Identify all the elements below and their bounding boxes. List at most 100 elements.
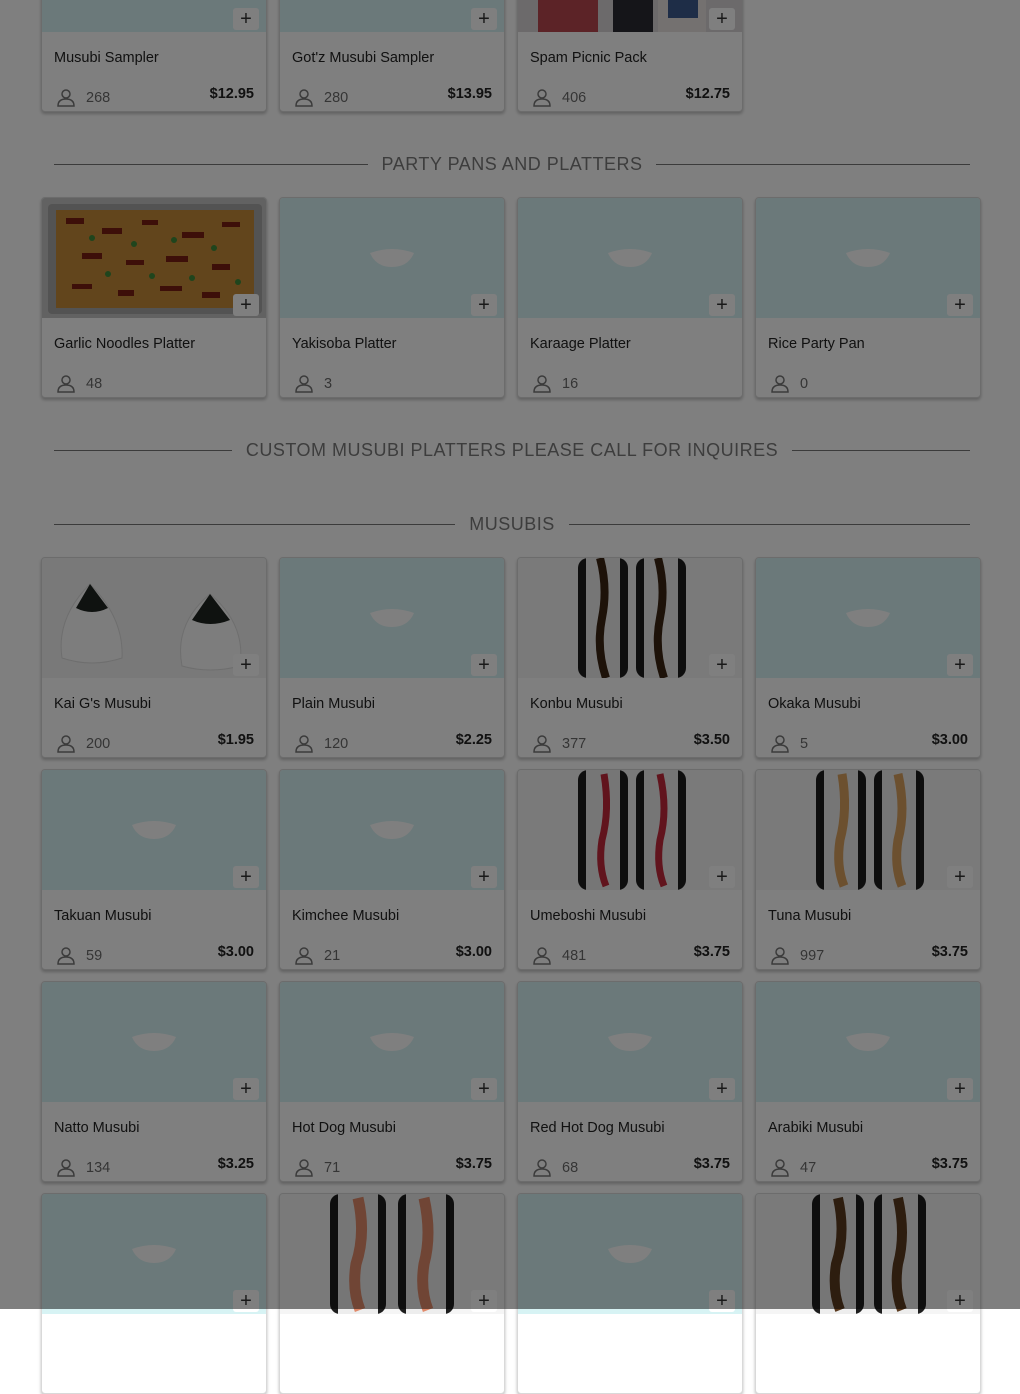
- plus-icon: +: [478, 654, 490, 676]
- person-icon: [57, 375, 75, 393]
- section-header-party: PARTY PANS AND PLATTERS: [54, 152, 971, 176]
- plus-icon: +: [954, 1078, 966, 1100]
- plus-icon: +: [240, 1078, 252, 1100]
- bowl-icon: [370, 249, 414, 267]
- plus-icon: +: [478, 1078, 490, 1100]
- menu-page: + Musubi Sampler 268 $12.95 + Got'z Musu…: [0, 0, 1020, 1394]
- divider: [54, 523, 456, 525]
- add-to-cart-button[interactable]: +: [233, 8, 259, 30]
- plus-icon: +: [716, 8, 728, 30]
- item-name: Konbu Musubi: [530, 696, 623, 712]
- item-price: $12.95: [209, 86, 254, 102]
- item-name: Takuan Musubi: [54, 908, 152, 924]
- add-to-cart-button[interactable]: +: [709, 866, 735, 888]
- item-name: Tuna Musubi: [768, 908, 852, 924]
- order-count: 280: [294, 89, 348, 107]
- item-price: $3.00: [931, 732, 968, 748]
- add-to-cart-button[interactable]: +: [233, 866, 259, 888]
- order-count: 68: [532, 1159, 578, 1177]
- menu-item-card[interactable]: + Spam Picnic Pack 406 $12.75: [517, 0, 743, 112]
- order-count: 16: [532, 375, 578, 393]
- bowl-icon: [608, 1245, 652, 1263]
- add-to-cart-button[interactable]: +: [947, 654, 973, 676]
- menu-item-card[interactable]: + Yakisoba Platter 3: [279, 197, 505, 398]
- bowl-icon: [132, 821, 176, 839]
- add-to-cart-button[interactable]: +: [233, 1078, 259, 1100]
- plus-icon: +: [716, 866, 728, 888]
- item-price: $3.75: [693, 1156, 730, 1172]
- item-name: Plain Musubi: [292, 696, 376, 712]
- add-to-cart-button[interactable]: +: [471, 294, 497, 316]
- person-icon: [57, 1159, 75, 1177]
- add-to-cart-button[interactable]: +: [233, 654, 259, 676]
- menu-item-card[interactable]: + Okaka Musubi 5 $3.00: [755, 557, 981, 758]
- person-icon: [533, 89, 551, 107]
- menu-item-card[interactable]: +: [517, 1193, 743, 1394]
- plus-icon: +: [716, 294, 728, 316]
- person-icon: [533, 1159, 551, 1177]
- add-to-cart-button[interactable]: +: [471, 866, 497, 888]
- item-price: $13.95: [447, 86, 492, 102]
- menu-item-card[interactable]: +: [755, 1193, 981, 1394]
- section-header-custom: CUSTOM MUSUBI PLATTERS PLEASE CALL FOR I…: [54, 438, 970, 462]
- person-icon: [771, 735, 789, 753]
- menu-item-card[interactable]: + Got'z Musubi Sampler 280 $13.95: [279, 0, 505, 112]
- section-header-musubis: MUSUBIS: [54, 512, 971, 536]
- person-icon: [295, 375, 313, 393]
- order-count: 3: [294, 375, 332, 393]
- item-price: $3.75: [931, 1156, 968, 1172]
- item-name: Red Hot Dog Musubi: [530, 1120, 665, 1136]
- divider: [54, 163, 368, 165]
- menu-item-card[interactable]: + Red Hot Dog Musubi 68 $3.75: [517, 981, 743, 1182]
- menu-item-card[interactable]: +: [279, 1193, 505, 1394]
- add-to-cart-button[interactable]: +: [471, 654, 497, 676]
- order-count: 120: [294, 735, 348, 753]
- add-to-cart-button[interactable]: +: [233, 294, 259, 316]
- item-price: $1.95: [217, 732, 254, 748]
- add-to-cart-button[interactable]: +: [947, 866, 973, 888]
- add-to-cart-button[interactable]: +: [947, 294, 973, 316]
- menu-item-card[interactable]: + Rice Party Pan 0: [755, 197, 981, 398]
- order-count: 0: [770, 375, 808, 393]
- person-icon: [57, 89, 75, 107]
- order-count: 200: [56, 735, 110, 753]
- menu-item-card[interactable]: + Karaage Platter 16: [517, 197, 743, 398]
- menu-item-card[interactable]: + Kimchee Musubi 21 $3.00: [279, 769, 505, 970]
- order-count: 406: [532, 89, 586, 107]
- menu-item-card[interactable]: + Garlic Noodles Platter 48: [41, 197, 267, 398]
- order-count: 59: [56, 947, 102, 965]
- menu-item-card[interactable]: + Natto Musubi 134 $3.25: [41, 981, 267, 1182]
- bowl-icon: [608, 249, 652, 267]
- menu-item-card[interactable]: + Umeboshi Musubi 481 $3.75: [517, 769, 743, 970]
- menu-item-card[interactable]: + Arabiki Musubi 47 $3.75: [755, 981, 981, 1182]
- menu-item-card[interactable]: + Konbu Musubi 377 $3.50: [517, 557, 743, 758]
- plus-icon: +: [240, 1290, 252, 1312]
- plus-icon: +: [716, 654, 728, 676]
- menu-item-card[interactable]: + Kai G's Musubi 200 $1.95: [41, 557, 267, 758]
- add-to-cart-button[interactable]: +: [709, 294, 735, 316]
- divider: [656, 163, 971, 165]
- add-to-cart-button[interactable]: +: [709, 8, 735, 30]
- menu-item-card[interactable]: + Takuan Musubi 59 $3.00: [41, 769, 267, 970]
- person-icon: [533, 735, 551, 753]
- add-to-cart-button[interactable]: +: [471, 8, 497, 30]
- add-to-cart-button[interactable]: +: [947, 1078, 973, 1100]
- item-name: Kai G's Musubi: [54, 696, 152, 712]
- plus-icon: +: [478, 294, 490, 316]
- add-to-cart-button[interactable]: +: [709, 1078, 735, 1100]
- order-count: 134: [56, 1159, 110, 1177]
- menu-item-card[interactable]: +: [41, 1193, 267, 1394]
- menu-item-card[interactable]: + Musubi Sampler 268 $12.95: [41, 0, 267, 112]
- item-price: $12.75: [685, 86, 730, 102]
- add-to-cart-button[interactable]: +: [471, 1078, 497, 1100]
- add-to-cart-button[interactable]: +: [709, 654, 735, 676]
- menu-item-card[interactable]: + Hot Dog Musubi 71 $3.75: [279, 981, 505, 1182]
- menu-item-card[interactable]: + Tuna Musubi 997 $3.75: [755, 769, 981, 970]
- item-price: $3.25: [217, 1156, 254, 1172]
- menu-item-card[interactable]: + Plain Musubi 120 $2.25: [279, 557, 505, 758]
- item-name: Natto Musubi: [54, 1120, 140, 1136]
- divider: [792, 449, 970, 451]
- item-name: Arabiki Musubi: [768, 1120, 864, 1136]
- bowl-icon: [846, 1033, 890, 1051]
- person-icon: [771, 1159, 789, 1177]
